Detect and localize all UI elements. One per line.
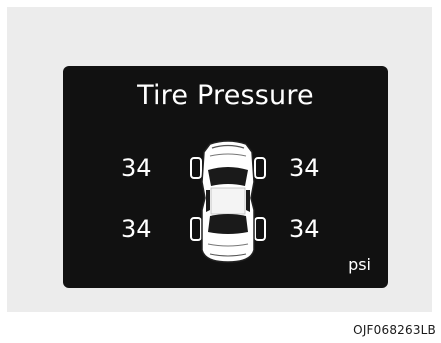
- front-right-pressure: 34: [289, 154, 320, 182]
- tpms-display: Tire Pressure 34 34 34 34 psi: [63, 66, 388, 288]
- rear-left-pressure: 34: [121, 215, 152, 243]
- tire-pressure-title: Tire Pressure: [137, 80, 314, 111]
- front-left-pressure: 34: [121, 154, 152, 182]
- front-left-tire-icon: [190, 157, 202, 179]
- car-top-view-icon: [190, 140, 266, 263]
- rear-left-tire-icon: [190, 217, 202, 241]
- pressure-unit-label: psi: [348, 255, 371, 274]
- front-right-tire-icon: [254, 157, 266, 179]
- image-code: OJF068263LB: [353, 323, 436, 337]
- rear-right-tire-icon: [254, 217, 266, 241]
- rear-right-pressure: 34: [289, 215, 320, 243]
